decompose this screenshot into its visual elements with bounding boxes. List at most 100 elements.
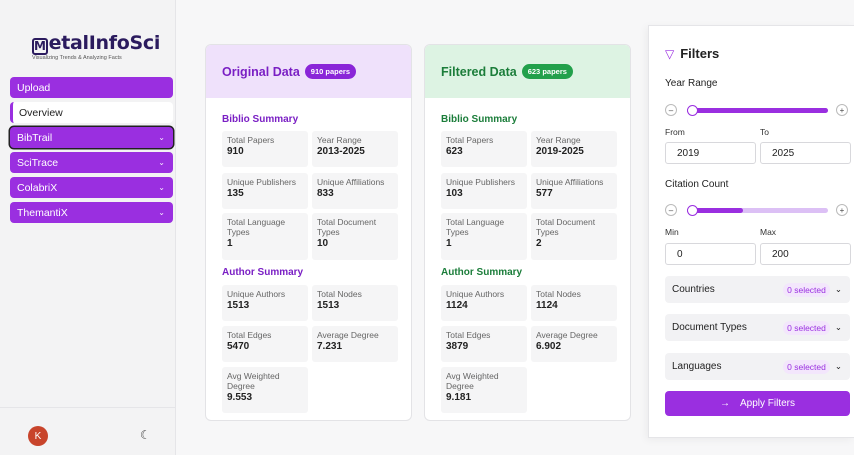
- apply-filters-label: Apply Filters: [739, 398, 795, 409]
- dropdown-label: Countries: [672, 284, 715, 295]
- year-range-thumb-start[interactable]: [687, 105, 698, 116]
- stat-unique-affiliations: Unique Affiliations 833: [312, 173, 398, 209]
- sidebar: MetalInfoSci Visualizing Trends & Analyz…: [0, 0, 176, 455]
- sidebar-item-themantix[interactable]: ThemantiX ⌄: [10, 202, 173, 223]
- chevron-down-icon: ⌄: [834, 322, 842, 332]
- sidebar-item-label: Upload: [17, 81, 51, 94]
- stat-value: 1124: [446, 300, 468, 311]
- arrow-right-icon: →: [719, 398, 730, 409]
- stat-label: Unique Affiliations: [536, 177, 604, 187]
- papers-badge: 623 papers: [521, 64, 573, 79]
- stat-language-types: Total Language Types 1: [222, 213, 308, 260]
- year-plus-button[interactable]: +: [836, 104, 848, 116]
- stat-year-range: Year Range 2019-2025: [531, 131, 617, 167]
- from-label: From: [665, 127, 685, 137]
- stat-label: Year Range: [317, 135, 362, 145]
- citation-max-input[interactable]: 200: [760, 243, 851, 265]
- stat-label: Unique Publishers: [446, 177, 515, 187]
- stat-label: Year Range: [536, 135, 581, 145]
- stat-label: Total Papers: [227, 135, 275, 145]
- chevron-down-icon: ⌄: [158, 208, 165, 217]
- logo-text: etalInfoSci: [48, 32, 161, 54]
- stat-language-types: Total Language Types 1: [441, 213, 527, 260]
- stat-value: 9.181: [446, 392, 472, 403]
- stat-value: 1513: [317, 300, 340, 311]
- sidebar-item-scitrace[interactable]: SciTrace ⌄: [10, 152, 173, 173]
- citation-min-value: 0: [677, 248, 683, 260]
- citation-max-value: 200: [772, 248, 789, 260]
- stat-label: Unique Affiliations: [317, 177, 385, 187]
- stat-total-nodes: Total Nodes 1513: [312, 285, 398, 321]
- languages-dropdown[interactable]: Languages 0 selected ⌄: [665, 353, 850, 380]
- citation-plus-button[interactable]: +: [836, 204, 848, 216]
- stat-value: 1: [227, 238, 233, 249]
- citation-min-input[interactable]: 0: [665, 243, 756, 265]
- stat-label: Unique Authors: [227, 289, 286, 299]
- stat-value: 833: [317, 188, 334, 199]
- dropdown-label: Document Types: [672, 322, 747, 333]
- stat-label: Avg Weighted Degree: [227, 371, 280, 391]
- year-range-label: Year Range: [665, 78, 718, 89]
- chevron-down-icon: ⌄: [834, 284, 842, 294]
- year-minus-button[interactable]: –: [665, 104, 677, 116]
- stat-unique-authors: Unique Authors 1513: [222, 285, 308, 321]
- sidebar-item-colabrix[interactable]: ColabriX ⌄: [10, 177, 173, 198]
- sidebar-item-bibtrail[interactable]: BibTrail ⌄: [10, 127, 173, 148]
- card-header: Original Data 910 papers: [206, 45, 411, 98]
- stat-value: 6.902: [536, 341, 562, 352]
- stat-value: 1: [446, 238, 452, 249]
- sidebar-item-overview[interactable]: Overview: [10, 102, 173, 123]
- stat-label: Unique Publishers: [227, 177, 296, 187]
- stat-label: Total Document Types: [536, 217, 596, 237]
- selected-count: 0 selected: [783, 282, 830, 297]
- stat-total-papers: Total Papers 623: [441, 131, 527, 167]
- stat-value: 3879: [446, 341, 469, 352]
- min-label: Min: [665, 227, 679, 237]
- biblio-summary-title: Biblio Summary: [441, 114, 518, 125]
- avatar-initial: K: [34, 430, 42, 442]
- original-data-card: Original Data 910 papers Biblio Summary …: [205, 44, 412, 421]
- citation-minus-button[interactable]: –: [665, 204, 677, 216]
- stat-unique-authors: Unique Authors 1124: [441, 285, 527, 321]
- author-summary-title: Author Summary: [222, 267, 304, 278]
- stat-average-degree: Average Degree 7.231: [312, 326, 398, 362]
- sidebar-item-label: SciTrace: [17, 156, 59, 169]
- apply-filters-button[interactable]: → Apply Filters: [665, 391, 850, 416]
- max-label: Max: [760, 227, 777, 237]
- year-to-input[interactable]: 2025: [760, 142, 851, 164]
- stat-unique-affiliations: Unique Affiliations 577: [531, 173, 617, 209]
- chevron-down-icon: ⌄: [834, 361, 842, 371]
- sidebar-item-upload[interactable]: Upload: [10, 77, 173, 98]
- moon-icon[interactable]: ☾: [140, 428, 151, 442]
- citation-range-thumb-start[interactable]: [687, 205, 698, 216]
- stat-value: 623: [446, 146, 463, 157]
- document-types-dropdown[interactable]: Document Types 0 selected ⌄: [665, 314, 850, 341]
- stat-label: Total Document Types: [317, 217, 377, 237]
- year-to-value: 2025: [772, 147, 795, 159]
- chevron-down-icon: ⌄: [158, 133, 165, 142]
- stat-label: Total Edges: [227, 330, 272, 340]
- stat-unique-publishers: Unique Publishers 135: [222, 173, 308, 209]
- card-header: Filtered Data 623 papers: [425, 45, 630, 98]
- stat-value: 2: [536, 238, 542, 249]
- stat-value: 9.553: [227, 392, 253, 403]
- year-from-input[interactable]: 2019: [665, 142, 756, 164]
- stat-value: 5470: [227, 341, 250, 352]
- stat-label: Total Edges: [446, 330, 491, 340]
- stat-label: Total Nodes: [317, 289, 362, 299]
- stat-label: Avg Weighted Degree: [446, 371, 499, 391]
- sidebar-item-label: BibTrail: [17, 131, 53, 144]
- logo-m-icon: M: [32, 38, 48, 55]
- stat-label: Total Papers: [446, 135, 494, 145]
- stat-label: Unique Authors: [446, 289, 505, 299]
- chevron-down-icon: ⌄: [158, 158, 165, 167]
- avatar[interactable]: K: [28, 426, 48, 446]
- citation-count-label: Citation Count: [665, 179, 729, 190]
- stat-total-papers: Total Papers 910: [222, 131, 308, 167]
- filters-panel: ▽ Filters Year Range – + From To 2019 202…: [648, 25, 854, 438]
- stat-value: 577: [536, 188, 553, 199]
- countries-dropdown[interactable]: Countries 0 selected ⌄: [665, 276, 850, 303]
- sidebar-item-label: Overview: [19, 106, 63, 119]
- stat-value: 1124: [536, 300, 558, 311]
- stat-document-types: Total Document Types 2: [531, 213, 617, 260]
